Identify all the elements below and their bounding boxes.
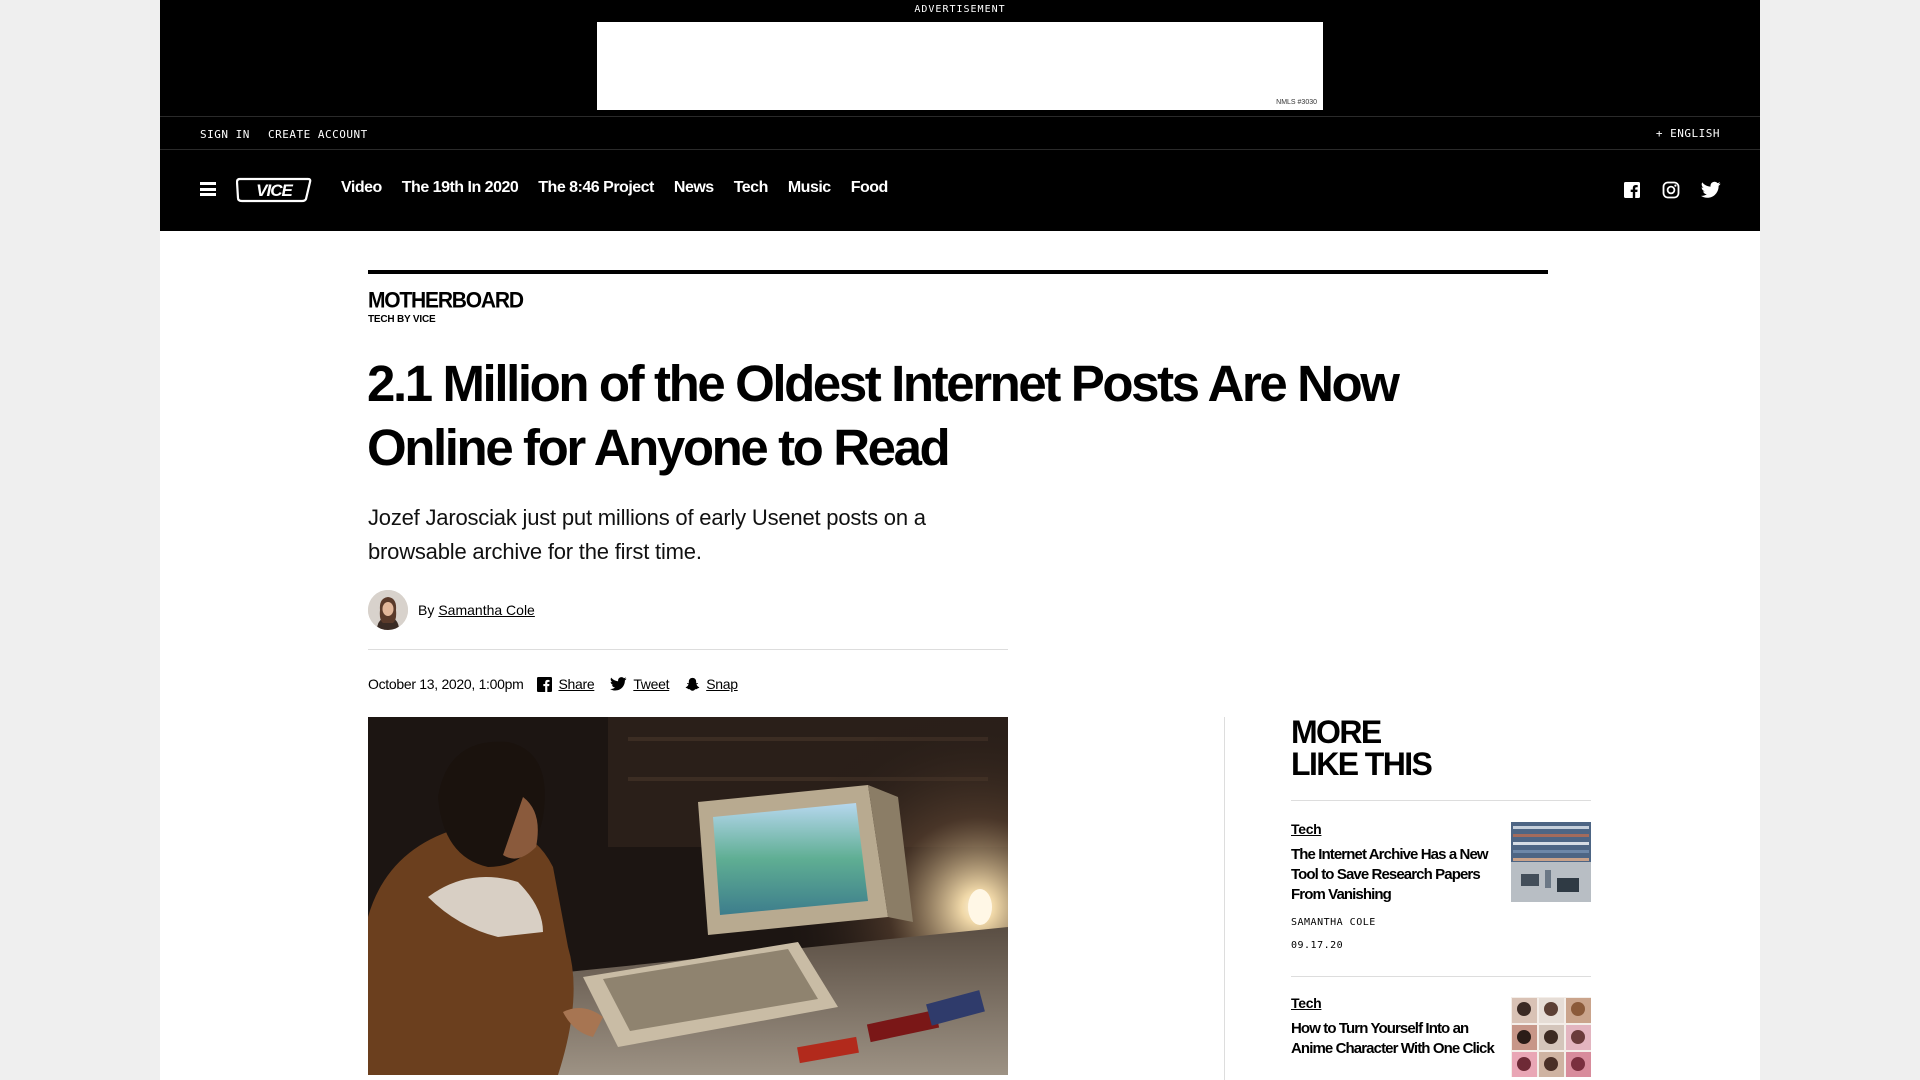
nav-link-19th-in-2020[interactable]: The 19th In 2020	[402, 179, 519, 197]
nav-link-music[interactable]: Music	[788, 179, 831, 197]
article-meta: October 13, 2020, 1:00pm Share Tweet Sna…	[368, 674, 754, 694]
nav-link-video[interactable]: Video	[341, 179, 382, 197]
ad-nmls-text: NMLS #3030	[1276, 99, 1317, 106]
nav-link-tech[interactable]: Tech	[734, 179, 769, 197]
motherboard-brand[interactable]: MOTHERBOARD	[368, 288, 524, 313]
sidebar-card[interactable]: Tech How to Turn Yourself Into an Anime …	[1291, 995, 1591, 1080]
nav-link-news[interactable]: News	[674, 179, 714, 197]
facebook-icon	[537, 676, 553, 692]
ad-strip: ADVERTISEMENT NMLS #3030	[160, 0, 1760, 116]
language-selector[interactable]: + ENGLISH	[1656, 127, 1720, 140]
create-account-link[interactable]: CREATE ACCOUNT	[268, 128, 368, 141]
main-nav: VICE Video The 19th In 2020 The 8:46 Pro…	[160, 150, 1760, 231]
facebook-icon[interactable]	[1623, 181, 1641, 199]
card-thumbnail[interactable]	[1511, 822, 1591, 902]
sign-in-link[interactable]: SIGN IN	[200, 128, 250, 141]
byline: By Samantha Cole	[368, 590, 535, 630]
hero-image[interactable]	[368, 717, 1008, 1075]
tweet-label: Tweet	[633, 676, 670, 692]
instagram-icon[interactable]	[1662, 181, 1680, 199]
more-like-this-heading: MORE LIKE THIS	[1291, 716, 1491, 780]
sidebar-card[interactable]: Tech The Internet Archive Has a New Tool…	[1291, 821, 1591, 961]
share-facebook-button[interactable]: Share	[537, 676, 595, 692]
snapchat-icon	[685, 677, 700, 691]
byline-by: By	[418, 602, 435, 618]
share-label: Share	[558, 676, 595, 692]
ad-label: ADVERTISEMENT	[914, 4, 1006, 15]
account-bar: SIGN IN CREATE ACCOUNT + ENGLISH	[160, 116, 1760, 150]
sidebar-rule	[1291, 800, 1591, 801]
nav-link-food[interactable]: Food	[851, 179, 889, 197]
author-avatar[interactable]	[368, 590, 408, 630]
archive-shelves-image	[1511, 822, 1591, 902]
card-divider	[1291, 976, 1591, 977]
column-divider	[1224, 717, 1225, 1080]
card-thumbnail[interactable]	[1511, 997, 1591, 1077]
card-date: 09.17.20	[1291, 940, 1344, 951]
nav-link-846-project[interactable]: The 8:46 Project	[538, 179, 654, 197]
nav-links: Video The 19th In 2020 The 8:46 Project …	[341, 179, 888, 197]
page: ADVERTISEMENT NMLS #3030 SIGN IN CREATE …	[160, 0, 1760, 1080]
card-title-link[interactable]: How to Turn Yourself Into an Anime Chara…	[1291, 1019, 1501, 1059]
logo-text: VICE	[256, 181, 293, 200]
card-title-link[interactable]: The Internet Archive Has a New Tool to S…	[1291, 845, 1501, 905]
twitter-icon[interactable]	[1701, 181, 1721, 199]
byline-divider	[368, 649, 1008, 650]
card-author[interactable]: SAMANTHA COLE	[1291, 917, 1591, 928]
twitter-icon	[610, 677, 627, 691]
author-photo	[368, 590, 408, 630]
snap-label: Snap	[706, 676, 738, 692]
more-like-this-line2: LIKE THIS	[1291, 746, 1433, 782]
publish-date: October 13, 2020, 1:00pm	[368, 676, 524, 692]
share-twitter-button[interactable]: Tweet	[610, 676, 669, 692]
share-snapchat-button[interactable]: Snap	[685, 676, 738, 692]
article-headline: 2.1 Million of the Oldest Internet Posts…	[367, 355, 1400, 476]
more-like-this-line1: MORE	[1291, 714, 1382, 750]
anime-faces-grid-image	[1511, 997, 1591, 1077]
author-link[interactable]: Samantha Cole	[438, 602, 535, 618]
vice-logo[interactable]: VICE	[236, 177, 312, 203]
article-top-rule	[368, 270, 1548, 274]
ad-banner[interactable]: NMLS #3030	[597, 22, 1323, 110]
hamburger-menu-icon[interactable]	[200, 182, 216, 196]
brand-subtitle: TECH BY VICE	[368, 314, 436, 325]
hero-photo	[368, 717, 1008, 1075]
article-dek: Jozef Jarosciak just put millions of ear…	[368, 505, 926, 564]
